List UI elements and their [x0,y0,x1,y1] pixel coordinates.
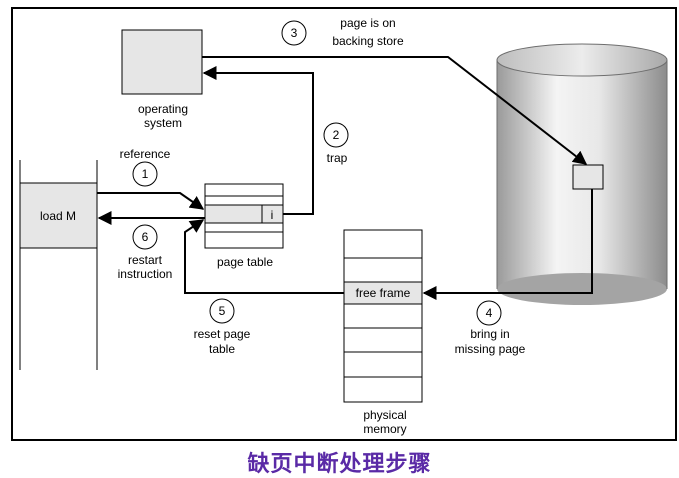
reset-page-table-label-line1: reset page [194,327,251,341]
page-table-label: page table [217,255,273,269]
os-label-line1: operating [138,102,188,116]
load-instruction-label: load M [40,209,76,223]
memory-label-line2: memory [363,422,406,436]
page-on-disk [572,164,604,190]
step-4-number: 4 [486,306,493,320]
os-label-line2: system [144,116,182,130]
figure-caption: 缺页中断处理步骤 [247,452,432,477]
reset-page-table-label-line2: table [209,342,235,356]
operating-system-box [121,29,203,95]
step-3-badge: 3 [281,20,307,46]
bring-in-label-line1: bring in [470,327,509,341]
step-3-number: 3 [291,26,298,40]
step-5-number: 5 [219,304,226,318]
step-6-number: 6 [142,230,149,244]
step-1-number: 1 [142,167,149,181]
reference-label: reference [120,147,171,161]
bring-in-label-line2: missing page [455,342,526,356]
page-fault-diagram: operating system load M i page table fre… [11,7,677,441]
invalid-bit: i [271,208,274,222]
memory-label-line1: physical [363,408,406,422]
physical-memory [343,229,423,403]
step-2-badge: 2 [323,122,349,148]
step-2-number: 2 [333,128,340,142]
trap-label: trap [327,151,348,165]
restart-label-line2: instruction [118,267,173,281]
step-1-badge: 1 [132,161,158,187]
backing-store-label-line1: page is on [340,16,395,30]
step-5-badge: 5 [209,298,235,324]
step-6-badge: 6 [132,224,158,250]
backing-store-label-line2: backing store [332,34,404,48]
step-4-badge: 4 [476,300,502,326]
restart-label-line1: restart [128,253,163,267]
arrow-reference [97,192,205,210]
free-frame-label: free frame [356,286,411,300]
